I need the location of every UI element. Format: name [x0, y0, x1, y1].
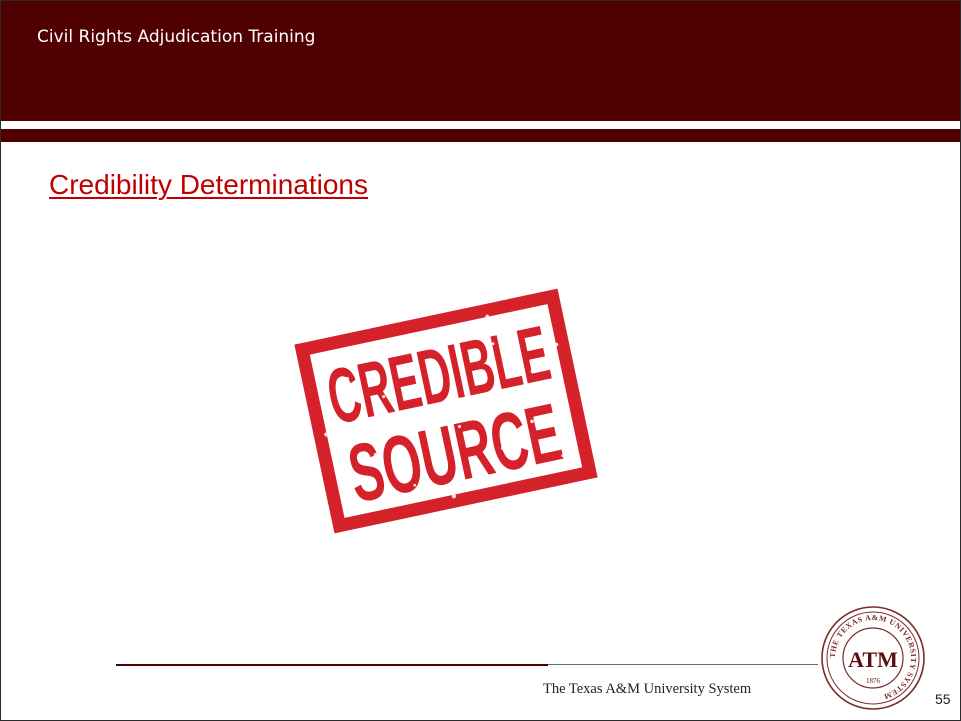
slide-title[interactable]: Credibility Determinations	[49, 169, 368, 201]
footer-organization: The Texas A&M University System	[543, 681, 752, 697]
credible-source-stamp: CREDIBLE SOURCE	[294, 288, 598, 534]
university-seal-logo: THE TEXAS A&M UNIVERSITY SYSTEM ATM 1876	[819, 604, 927, 712]
course-title: Civil Rights Adjudication Training	[37, 27, 316, 47]
page-number: 55	[935, 691, 951, 707]
stamp-graphic: CREDIBLE SOURCE	[294, 288, 598, 534]
seal-monogram: ATM	[848, 647, 898, 672]
header-divider	[1, 129, 960, 142]
slide: Civil Rights Adjudication Training Credi…	[0, 0, 961, 721]
footer-divider-thin	[548, 664, 818, 665]
seal-graphic: THE TEXAS A&M UNIVERSITY SYSTEM ATM 1876	[821, 606, 925, 710]
footer-divider	[116, 664, 548, 666]
header-band: Civil Rights Adjudication Training	[1, 1, 960, 121]
seal-year: 1876	[866, 677, 881, 685]
